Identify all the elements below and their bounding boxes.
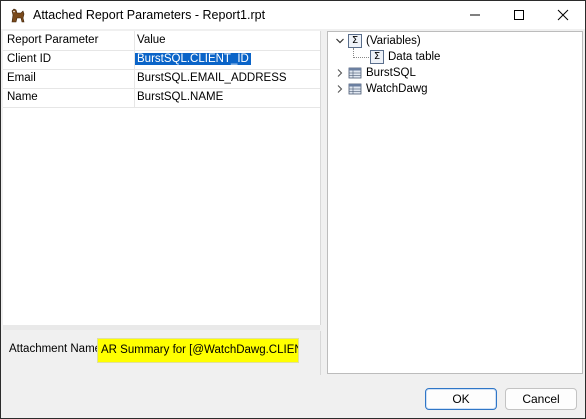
tree-node-variables[interactable]: Σ (Variables) [334, 33, 421, 49]
field-tree[interactable]: Σ (Variables) Σ Data table BurstSQL Watc… [327, 31, 583, 374]
database-table-icon [348, 82, 362, 96]
parameter-name: Client ID [7, 53, 52, 65]
grid-horizontal-scrollbar[interactable] [3, 325, 320, 330]
attachment-name-area: Attachment Name AR Summary for [@WatchDa… [3, 331, 321, 375]
title-bar[interactable]: Attached Report Parameters - Report1.rpt [1, 1, 585, 29]
maximize-button[interactable] [497, 1, 541, 29]
parameter-name: Email [7, 72, 36, 84]
button-bar: OK Cancel [1, 377, 585, 418]
tree-node-label: (Variables) [366, 35, 421, 47]
window-title: Attached Report Parameters - Report1.rpt [33, 8, 266, 22]
grid-header-row: Report Parameter Value [3, 31, 320, 51]
tree-node-label: Data table [388, 51, 441, 63]
tree-node-label: WatchDawg [366, 83, 428, 95]
chevron-down-icon[interactable] [334, 35, 346, 47]
chevron-right-icon[interactable] [334, 83, 346, 95]
maximize-icon [514, 10, 524, 20]
dog-app-icon [9, 6, 27, 24]
tree-node-label: BurstSQL [366, 67, 416, 79]
parameter-value[interactable]: BurstSQL.NAME [137, 91, 223, 103]
table-row[interactable]: Email BurstSQL.EMAIL_ADDRESS [3, 69, 320, 89]
close-icon [557, 9, 569, 21]
minimize-button[interactable] [453, 1, 497, 29]
parameter-value[interactable]: BurstSQL.CLIENT_ID [135, 53, 251, 65]
column-header-value[interactable]: Value [137, 34, 166, 46]
chevron-right-icon[interactable] [334, 67, 346, 79]
close-button[interactable] [541, 1, 585, 29]
minimize-icon [470, 14, 480, 16]
sigma-icon: Σ [348, 34, 362, 48]
parameter-name: Name [7, 91, 38, 103]
tree-connector [353, 57, 369, 58]
attachment-name-label: Attachment Name [9, 343, 102, 355]
tree-node-data-table[interactable]: Σ Data table [370, 49, 440, 65]
tree-node-watchdawg[interactable]: WatchDawg [334, 81, 428, 97]
parameter-grid[interactable]: Report Parameter Value Client ID BurstSQ… [3, 31, 321, 325]
sigma-icon: Σ [370, 50, 384, 64]
cancel-button[interactable]: Cancel [505, 388, 577, 410]
parameter-value[interactable]: BurstSQL.EMAIL_ADDRESS [137, 72, 287, 84]
database-table-icon [348, 66, 362, 80]
ok-button[interactable]: OK [425, 388, 497, 410]
attachment-name-input[interactable]: AR Summary for [@WatchDawg.CLIENT_ [97, 338, 299, 363]
table-row[interactable]: Name BurstSQL.NAME [3, 88, 320, 108]
dialog-window: Attached Report Parameters - Report1.rpt… [0, 0, 586, 419]
tree-node-burstsql[interactable]: BurstSQL [334, 65, 416, 81]
column-header-parameter[interactable]: Report Parameter [7, 34, 98, 46]
table-row[interactable]: Client ID BurstSQL.CLIENT_ID [3, 50, 320, 70]
selected-value[interactable]: BurstSQL.CLIENT_ID [135, 53, 251, 65]
